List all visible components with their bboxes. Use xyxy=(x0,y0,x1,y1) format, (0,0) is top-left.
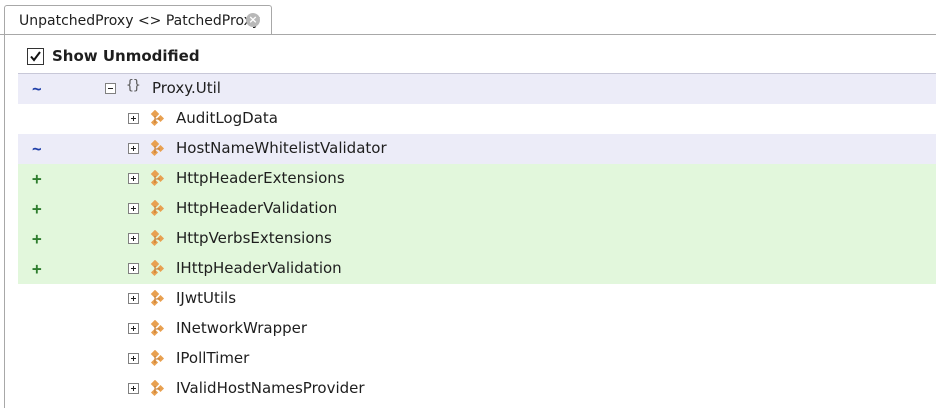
type-label: HostNameWhitelistValidator xyxy=(176,139,387,157)
expand-toggle-icon[interactable] xyxy=(128,203,139,214)
class-icon xyxy=(150,260,165,277)
type-label: INetworkWrapper xyxy=(176,319,308,337)
type-label: HttpVerbsExtensions xyxy=(176,229,332,247)
tree-row-type[interactable]: IJwtUtils xyxy=(18,284,936,314)
close-icon[interactable]: × xyxy=(246,13,260,27)
class-icon xyxy=(150,290,165,307)
tree-row-type[interactable]: INetworkWrapper xyxy=(18,314,936,344)
namespace-braces-icon: {} xyxy=(126,78,141,93)
expand-toggle-icon[interactable] xyxy=(128,263,139,274)
class-icon xyxy=(150,320,165,337)
expand-toggle-icon[interactable] xyxy=(128,233,139,244)
expand-toggle-icon[interactable] xyxy=(128,173,139,184)
class-icon xyxy=(150,170,165,187)
type-label: HttpHeaderValidation xyxy=(176,199,338,217)
class-icon xyxy=(150,380,165,397)
change-marker: + xyxy=(32,199,42,218)
change-marker: ~ xyxy=(32,79,42,98)
show-unmodified-checkbox[interactable] xyxy=(27,48,44,65)
toolbar: Show Unmodified xyxy=(18,43,936,73)
expand-toggle-icon[interactable] xyxy=(128,383,139,394)
tree-row-type[interactable]: IPollTimer xyxy=(18,344,936,374)
class-icon xyxy=(150,140,165,157)
type-label: IJwtUtils xyxy=(176,289,237,307)
change-marker: ~ xyxy=(32,139,42,158)
type-label: IValidHostNamesProvider xyxy=(176,379,365,397)
type-label: HttpHeaderExtensions xyxy=(176,169,345,187)
expand-toggle-icon[interactable] xyxy=(128,353,139,364)
tab-title: UnpatchedProxy <> PatchedProxy xyxy=(19,13,261,29)
type-label: IPollTimer xyxy=(176,349,250,367)
class-icon xyxy=(150,230,165,247)
tree-row-namespace[interactable]: ~ {} Proxy.Util xyxy=(18,74,936,104)
expand-toggle-icon[interactable] xyxy=(128,323,139,334)
tree-row-type[interactable]: + IHttpHeaderValidation xyxy=(18,254,936,284)
expand-toggle-icon[interactable] xyxy=(128,293,139,304)
tree-row-type[interactable]: + HttpHeaderValidation xyxy=(18,194,936,224)
show-unmodified-label[interactable]: Show Unmodified xyxy=(52,47,200,65)
tree-row-type[interactable]: AuditLogData xyxy=(18,104,936,134)
expand-toggle-icon[interactable] xyxy=(128,113,139,124)
class-icon xyxy=(150,200,165,217)
class-icon xyxy=(150,350,165,367)
tab-strip: UnpatchedProxy <> PatchedProxy × xyxy=(0,0,936,35)
tab-compare[interactable]: UnpatchedProxy <> PatchedProxy × xyxy=(4,5,272,35)
class-icon xyxy=(150,110,165,127)
change-marker: + xyxy=(32,259,42,278)
change-marker: + xyxy=(32,229,42,248)
tree-row-type[interactable]: ~ HostNameWhitelistValidator xyxy=(18,134,936,164)
expand-toggle-icon[interactable] xyxy=(128,143,139,154)
type-label: IHttpHeaderValidation xyxy=(176,259,342,277)
type-tree: ~ {} Proxy.Util AuditLogData ~ HostNameWhi… xyxy=(18,74,936,404)
collapse-toggle-icon[interactable] xyxy=(105,83,116,94)
namespace-label: Proxy.Util xyxy=(152,79,221,97)
tree-row-type[interactable]: IValidHostNamesProvider xyxy=(18,374,936,404)
tree-row-type[interactable]: + HttpVerbsExtensions xyxy=(18,224,936,254)
type-label: AuditLogData xyxy=(176,109,278,127)
checkmark-icon xyxy=(30,51,41,62)
tree-row-type[interactable]: + HttpHeaderExtensions xyxy=(18,164,936,194)
change-marker: + xyxy=(32,169,42,188)
